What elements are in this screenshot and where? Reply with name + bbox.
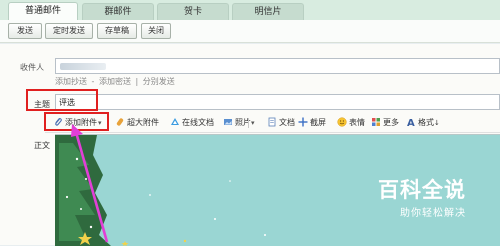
more-label: 更多	[383, 118, 399, 127]
large-paperclip-icon	[115, 117, 125, 127]
online-doc-button[interactable]: 在线文档	[170, 116, 214, 129]
close-button[interactable]: 关闭	[141, 23, 171, 39]
watermark-subtitle: 助你轻松解决	[400, 208, 466, 219]
compose-tab-bar: 普通邮件 群邮件 贺卡 明信片	[0, 0, 500, 21]
tab-group-mail[interactable]: 群邮件	[82, 3, 154, 20]
recipient-options: 添加抄送 - 添加密送 | 分别发送	[55, 76, 177, 87]
document-icon	[267, 117, 277, 127]
recipient-label: 收件人	[20, 63, 44, 72]
photo-icon	[223, 117, 233, 127]
large-attachment-label: 超大附件	[127, 118, 159, 127]
tab-greeting-card[interactable]: 贺卡	[157, 3, 229, 20]
photo-button[interactable]: 照片	[223, 116, 251, 129]
send-button[interactable]: 发送	[8, 23, 42, 39]
separate-send-link[interactable]: 分别发送	[143, 77, 175, 86]
document-label: 文档	[279, 118, 295, 127]
add-cc-link[interactable]: 添加抄送	[55, 77, 87, 86]
link-separator-pipe: |	[135, 77, 139, 86]
link-separator-dash: -	[91, 77, 95, 86]
more-grid-icon	[371, 117, 381, 127]
format-label: 格式	[418, 118, 434, 127]
save-draft-button[interactable]: 存草稿	[97, 23, 137, 39]
scheduled-send-button[interactable]: 定时发送	[45, 23, 93, 39]
annotation-arrow	[71, 124, 109, 243]
tab-normal-mail[interactable]: 普通邮件	[8, 2, 78, 21]
screenshot-button[interactable]: 截屏	[298, 116, 326, 129]
tab-postcard[interactable]: 明信片	[232, 3, 304, 20]
recipient-input[interactable]	[55, 58, 500, 74]
add-bcc-link[interactable]: 添加密送	[99, 77, 131, 86]
format-button[interactable]: A 格式↓	[407, 116, 440, 129]
body-label: 正文	[34, 141, 50, 150]
document-button[interactable]: 文档	[267, 116, 295, 129]
toolbar-divider	[248, 118, 249, 128]
screenshot-label: 截屏	[310, 118, 326, 127]
photo-dropdown-icon[interactable]: ▾	[251, 117, 255, 130]
online-doc-label: 在线文档	[182, 118, 214, 127]
screenshot-icon	[298, 117, 308, 127]
font-a-icon: A	[407, 118, 415, 129]
emoji-label: 表情	[349, 118, 365, 127]
subject-input[interactable]	[55, 94, 500, 110]
smiley-icon	[337, 117, 347, 127]
format-toggle-icon: ↓	[434, 119, 440, 127]
cloud-doc-icon	[170, 117, 180, 127]
emoji-button[interactable]: 表情	[337, 116, 365, 129]
watermark-title: 百科全说	[378, 178, 466, 202]
large-attachment-button[interactable]: 超大附件	[115, 116, 159, 129]
compose-action-bar: 发送 定时发送 存草稿 关闭	[0, 20, 500, 43]
more-button[interactable]: 更多	[371, 116, 399, 129]
subject-highlight-box	[26, 89, 98, 111]
recipient-chip[interactable]	[60, 63, 106, 70]
